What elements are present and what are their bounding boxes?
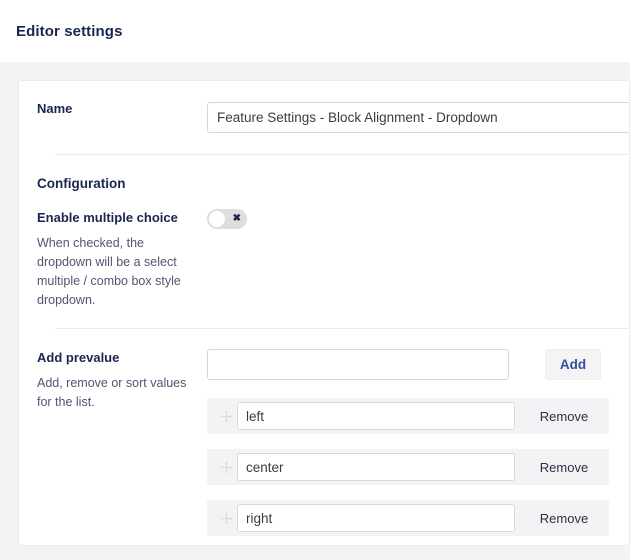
toggle-knob — [209, 211, 225, 227]
close-icon: ✖ — [233, 214, 241, 224]
list-item: Remove — [207, 500, 609, 536]
page-header: Editor settings — [0, 0, 630, 62]
move-cross-icon[interactable] — [215, 461, 237, 474]
multiple-choice-description: When checked, the dropdown will be a sel… — [37, 234, 195, 310]
add-button[interactable]: Add — [545, 349, 601, 380]
multiple-choice-field-col: ✖ — [207, 209, 629, 234]
list-item: Remove — [207, 449, 609, 485]
move-cross-icon[interactable] — [215, 512, 237, 525]
add-prevalue-description: Add, remove or sort values for the list. — [37, 374, 195, 412]
add-prevalue-label-col: Add prevalue Add, remove or sort values … — [37, 349, 207, 412]
multiple-choice-row: Enable multiple choice When checked, the… — [37, 193, 629, 310]
name-label-col: Name — [37, 100, 207, 118]
add-prevalue-input[interactable] — [207, 349, 509, 380]
list-item: Remove — [207, 398, 609, 434]
configuration-heading: Configuration — [37, 175, 629, 193]
configuration-heading-row: Configuration — [37, 155, 629, 193]
add-prevalue-row: Add prevalue Add, remove or sort values … — [37, 329, 629, 546]
name-input[interactable] — [207, 102, 630, 133]
remove-prevalue-button[interactable]: Remove — [515, 409, 609, 424]
page-title: Editor settings — [16, 23, 123, 40]
add-prevalue-controls: Add — [207, 349, 629, 380]
move-cross-icon[interactable] — [215, 410, 237, 423]
name-label: Name — [37, 100, 195, 118]
prevalue-input[interactable] — [237, 402, 515, 430]
prevalue-list: Remove Remove — [207, 398, 629, 536]
multiple-choice-label-col: Enable multiple choice When checked, the… — [37, 209, 207, 310]
remove-prevalue-button[interactable]: Remove — [515, 460, 609, 475]
multiple-choice-label: Enable multiple choice — [37, 209, 195, 227]
add-prevalue-field-col: Add Remove — [207, 349, 629, 546]
editor-settings-card: Name Configuration Enable multiple choic… — [18, 80, 630, 546]
prevalue-input[interactable] — [237, 504, 515, 532]
name-field-col — [207, 100, 629, 133]
remove-prevalue-button[interactable]: Remove — [515, 511, 609, 526]
prevalue-input[interactable] — [237, 453, 515, 481]
enable-multiple-choice-toggle[interactable]: ✖ — [207, 209, 247, 229]
add-prevalue-label: Add prevalue — [37, 349, 195, 367]
page-body: Name Configuration Enable multiple choic… — [0, 62, 630, 560]
name-property-row: Name — [37, 81, 629, 133]
